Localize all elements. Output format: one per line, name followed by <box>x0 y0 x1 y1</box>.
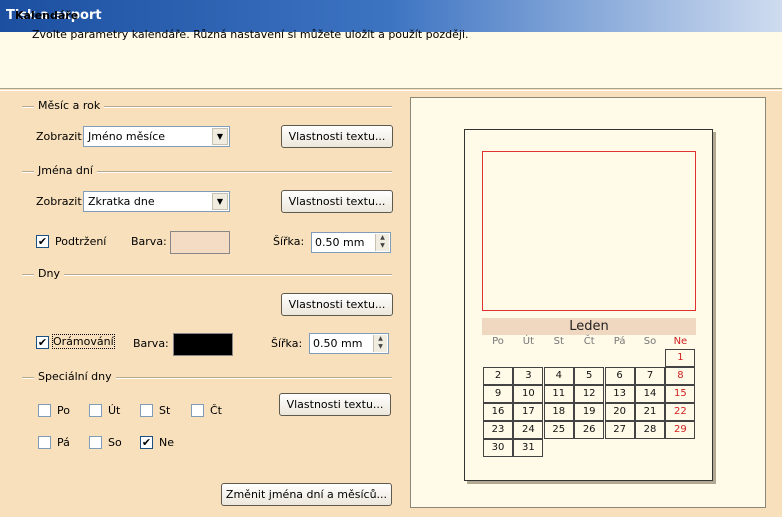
border-color-swatch[interactable] <box>173 333 233 356</box>
month-text-properties-button[interactable]: Vlastnosti textu... <box>281 125 393 148</box>
preview-day-cell: 12 <box>574 385 605 403</box>
month-display-select[interactable]: Jméno měsíce ▼ <box>83 126 230 147</box>
preview-day-cell: 10 <box>513 385 544 403</box>
preview-day-header: Po <box>492 336 504 347</box>
preview-day-cell: 8 <box>665 367 696 385</box>
underline-width-label: Šířka: <box>273 235 305 248</box>
special-day-label[interactable]: Út <box>108 404 120 417</box>
preview-day-cell: 28 <box>635 421 665 439</box>
preview-day-cell: 31 <box>513 439 544 457</box>
border-checkbox[interactable]: ✔ <box>36 336 49 349</box>
underline-color-swatch[interactable] <box>170 231 230 254</box>
group-label-days: Dny <box>34 267 64 280</box>
group-label-special-days: Speciální dny <box>34 370 116 383</box>
photo-placeholder <box>482 151 696 311</box>
preview-day-header: St <box>553 336 564 347</box>
preview-day-cell: 16 <box>483 403 513 421</box>
underline-label[interactable]: Podtržení <box>55 235 106 248</box>
special-day-label[interactable]: Pá <box>57 436 70 449</box>
preview-day-cell: 29 <box>665 421 696 439</box>
days-text-properties-button[interactable]: Vlastnosti textu... <box>281 293 393 316</box>
day-names-show-label: Zobrazit: <box>36 195 86 208</box>
preview-day-cell: 18 <box>543 403 574 421</box>
preview-day-cell: 19 <box>574 403 605 421</box>
underline-width-spinner[interactable]: 0.50 mm ▲ ▼ <box>311 232 391 253</box>
special-day-checkbox[interactable] <box>191 404 204 417</box>
preview-day-cell: 2 <box>483 367 513 385</box>
preview-day-cell: 24 <box>513 421 544 439</box>
special-day-label[interactable]: Ne <box>159 436 174 449</box>
preview-day-cell: 7 <box>635 367 665 385</box>
preview-day-cell: 3 <box>513 367 544 385</box>
preview-day-cell: 27 <box>604 421 635 439</box>
underline-color-label: Barva: <box>131 235 167 248</box>
preview-day-cell: 30 <box>483 439 513 457</box>
border-color-label: Barva: <box>133 337 169 350</box>
preview-day-header: Pá <box>613 336 626 347</box>
chevron-down-icon[interactable]: ▼ <box>212 128 228 145</box>
underline-width-value: 0.50 mm <box>315 236 365 249</box>
border-label[interactable]: Orámování <box>52 334 115 349</box>
chevron-down-icon[interactable]: ▼ <box>212 193 228 210</box>
group-line-days <box>22 274 392 276</box>
preview-day-cell: 20 <box>604 403 635 421</box>
preview-day-cell: 6 <box>604 367 635 385</box>
border-width-spinner[interactable]: 0.50 mm ▲ ▼ <box>309 333 389 354</box>
preview-day-cell: 22 <box>665 403 696 421</box>
special-day-label[interactable]: Po <box>57 404 70 417</box>
special-day-checkbox[interactable] <box>38 436 51 449</box>
special-day-checkbox[interactable] <box>140 404 153 417</box>
preview-day-header: So <box>643 336 657 347</box>
special-day-checkbox[interactable]: ✔ <box>140 436 153 449</box>
preview-day-header: Út <box>522 336 535 347</box>
header-divider <box>0 90 782 91</box>
preview-day-cell: 25 <box>543 421 574 439</box>
day-names-display-select[interactable]: Zkratka dne ▼ <box>83 191 230 212</box>
spin-arrows-icon[interactable]: ▲ ▼ <box>375 234 389 251</box>
preview-day-cell: 14 <box>635 385 665 403</box>
special-day-label[interactable]: Čt <box>210 404 222 417</box>
month-show-label: Zobrazit: <box>36 130 86 143</box>
preview-day-cell: 21 <box>635 403 665 421</box>
preview-month-name: Leden <box>482 318 696 335</box>
preview-day-header: Ne <box>673 336 688 347</box>
preview-day-cell: 1 <box>665 349 696 367</box>
preview-day-cell: 13 <box>604 385 635 403</box>
border-width-label: Šířka: <box>271 337 303 350</box>
preview-day-cell: 4 <box>543 367 574 385</box>
change-names-button[interactable]: Změnit jména dní a měsíců... <box>221 483 392 506</box>
group-label-day-names: Jména dní <box>34 164 97 177</box>
special-day-checkbox[interactable] <box>38 404 51 417</box>
special-days-text-properties-button[interactable]: Vlastnosti textu... <box>279 393 391 416</box>
preview-day-header: Čt <box>583 336 595 347</box>
underline-checkbox[interactable]: ✔ <box>36 235 49 248</box>
special-day-checkbox[interactable] <box>89 404 102 417</box>
month-display-value: Jméno měsíce <box>88 130 166 143</box>
preview-day-cell: 17 <box>513 403 544 421</box>
special-day-checkbox[interactable] <box>89 436 102 449</box>
preview-day-cell: 9 <box>483 385 513 403</box>
preview-day-cell: 5 <box>574 367 605 385</box>
spin-arrows-icon[interactable]: ▲ ▼ <box>373 335 387 352</box>
group-label-month-year: Měsíc a rok <box>34 99 105 112</box>
day-names-display-value: Zkratka dne <box>88 195 155 208</box>
page-description: Zvolte parametry kalendáře. Různá nastav… <box>32 28 469 41</box>
day-names-text-properties-button[interactable]: Vlastnosti textu... <box>281 190 393 213</box>
special-day-label[interactable]: St <box>159 404 170 417</box>
preview-day-cell: 23 <box>483 421 513 439</box>
special-day-label[interactable]: So <box>108 436 122 449</box>
preview-day-cell: 15 <box>665 385 696 403</box>
page-title: Kalendáře <box>15 9 79 22</box>
border-width-value: 0.50 mm <box>313 337 363 350</box>
preview-day-cell: 11 <box>543 385 574 403</box>
preview-day-cell: 26 <box>574 421 605 439</box>
